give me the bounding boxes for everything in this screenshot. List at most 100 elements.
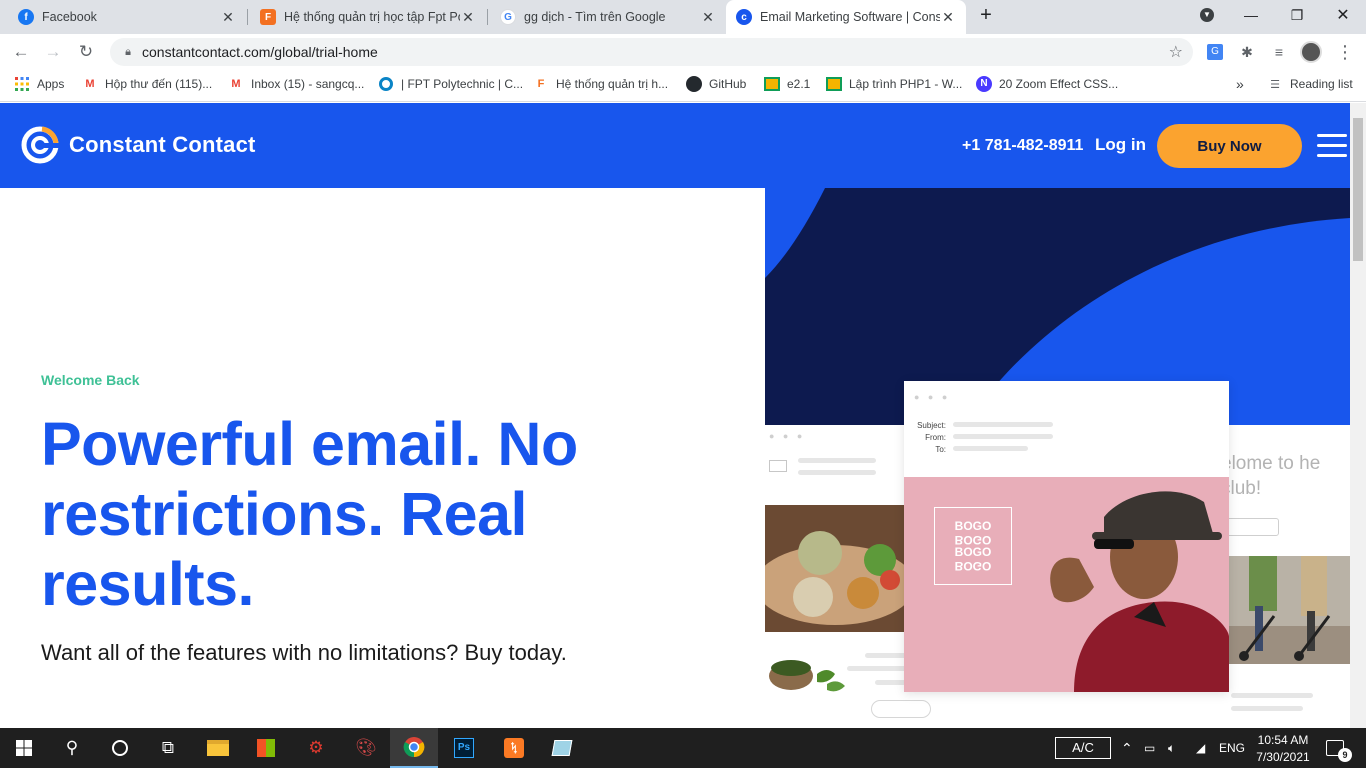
brand-name[interactable]: Constant Contact — [69, 132, 256, 158]
bookmark-label: Hệ thống quản trị h... — [556, 77, 669, 91]
tab-constant-contact[interactable]: c Email Marketing Software | Const ✕ — [726, 0, 966, 34]
mock-button — [871, 700, 931, 718]
chevron-up-icon[interactable]: ⌃ — [1121, 728, 1133, 768]
classroom-icon — [764, 76, 780, 92]
menu-icon[interactable]: ⋮ — [1332, 39, 1358, 65]
hamburger-menu-icon[interactable] — [1317, 134, 1347, 158]
paint-icon[interactable]: 🎨︎ — [342, 728, 390, 768]
close-window-button[interactable]: ✕ — [1320, 0, 1366, 30]
bookmark-apps[interactable]: Apps — [14, 70, 64, 98]
bookmark-label: GitHub — [709, 77, 747, 91]
forward-icon[interactable]: → — [40, 39, 66, 65]
constant-contact-logo-icon[interactable] — [20, 125, 60, 165]
bookmark-php1[interactable]: Lập trình PHP1 - W... — [826, 70, 962, 98]
tab-title: Facebook — [42, 10, 97, 24]
more-bookmarks-button[interactable]: » — [1236, 70, 1244, 98]
gmail-icon: M — [85, 78, 95, 90]
bookmark-label: Inbox (15) - sangcq... — [251, 77, 365, 91]
bookmark-fpt-lms[interactable]: F Hệ thống quản trị h... — [533, 70, 668, 98]
language-indicator[interactable]: ENG — [1219, 728, 1245, 768]
club-welcome-text: elome to he club! — [1221, 453, 1321, 499]
cortana-icon[interactable] — [96, 728, 144, 768]
browser-toolbar: ← → ↻ 🔒︎ constantcontact.com/global/tria… — [0, 34, 1366, 70]
google-icon: G — [500, 9, 516, 25]
window-dots: ● ● ● — [769, 431, 806, 441]
tab-strip: f Facebook ✕ F Hệ thống quản trị học tập… — [0, 0, 1366, 34]
tab-search-icon[interactable]: ▼ — [1184, 0, 1230, 30]
github-icon — [686, 76, 702, 92]
volume-icon[interactable]: 🔈︎ — [1168, 728, 1175, 768]
back-icon[interactable]: ← — [8, 39, 34, 65]
constant-contact-icon: c — [736, 9, 752, 25]
extensions-icon[interactable]: ✱ — [1234, 39, 1260, 65]
close-icon[interactable]: ✕ — [940, 9, 956, 26]
maximize-button[interactable]: ❐ — [1274, 0, 1320, 30]
clock-date: 7/30/2021 — [1256, 749, 1310, 764]
close-icon[interactable]: ✕ — [220, 9, 236, 26]
placeholder-line — [1231, 706, 1303, 711]
mock-input — [1223, 518, 1279, 536]
page-content: Constant Contact +1 781-482-8911 Log in … — [0, 103, 1350, 728]
photoshop-icon[interactable]: Ps — [440, 728, 488, 768]
from-label: From: — [925, 433, 946, 442]
fpt-icon: F — [537, 78, 545, 90]
email-preview-card: ● ● ● Subject: From: To: BOGO BOGO BOGO … — [904, 381, 1229, 692]
scrollbar-thumb[interactable] — [1353, 118, 1363, 261]
windows-start-icon[interactable] — [0, 728, 48, 768]
new-tab-button[interactable]: + — [964, 0, 1008, 30]
bookmark-star-icon[interactable]: ☆ — [1169, 42, 1183, 62]
gmail-icon: M — [231, 78, 241, 90]
bogo-badge: BOGO BOGO BOGO BOGO — [934, 507, 1012, 585]
promo-photo: BOGO BOGO BOGO BOGO — [904, 477, 1229, 692]
network-icon[interactable]: ◢ — [1196, 728, 1205, 768]
bookmark-label: e2.1 — [787, 77, 811, 91]
notification-count-badge: 9 — [1338, 748, 1352, 762]
file-explorer-icon[interactable] — [194, 728, 242, 768]
close-icon[interactable]: ✕ — [700, 9, 716, 26]
n-icon: N — [976, 76, 992, 92]
reload-icon[interactable]: ↻ — [73, 39, 99, 65]
notification-center-icon[interactable]: 9 — [1326, 728, 1352, 768]
tab-fpt[interactable]: F Hệ thống quản trị học tập Fpt Po ✕ — [250, 0, 486, 34]
phone-link[interactable]: +1 781-482-8911 — [962, 137, 1083, 155]
from-line — [953, 434, 1053, 439]
subject-label: Subject: — [917, 421, 946, 430]
bookmark-gmail-2[interactable]: M Inbox (15) - sangcq... — [228, 70, 364, 98]
tab-divider — [487, 9, 488, 25]
reading-list-button[interactable]: ☰ Reading list — [1267, 70, 1353, 98]
url-text[interactable]: constantcontact.com/global/trial-home — [142, 44, 378, 60]
reading-list-icon: ☰ — [1270, 78, 1280, 91]
xampp-icon[interactable]: ᛪ — [490, 728, 538, 768]
chrome-icon[interactable] — [390, 728, 438, 768]
login-link[interactable]: Log in — [1095, 135, 1146, 155]
tab-google[interactable]: G gg dịch - Tìm trên Google ✕ — [490, 0, 726, 34]
bookmark-gmail-1[interactable]: M Hộp thư đến (115)... — [82, 70, 212, 98]
media-control-icon[interactable]: ≡ — [1266, 39, 1292, 65]
battery-icon[interactable]: ▭ — [1144, 728, 1155, 768]
notes-app-icon[interactable] — [538, 728, 586, 768]
page-scrollbar[interactable] — [1350, 103, 1366, 728]
store-icon[interactable] — [242, 728, 290, 768]
minimize-button[interactable]: — — [1228, 0, 1274, 30]
bookmark-fpt-polytechnic[interactable]: | FPT Polytechnic | C... — [378, 70, 523, 98]
bookmark-label: Lập trình PHP1 - W... — [849, 77, 963, 91]
welcome-eyebrow: Welcome Back — [41, 372, 140, 388]
task-view-icon[interactable]: ⧉ — [144, 728, 192, 768]
ime-indicator[interactable]: A/C — [1055, 728, 1111, 768]
profile-avatar[interactable] — [1298, 39, 1324, 65]
address-bar[interactable]: 🔒︎ constantcontact.com/global/trial-home… — [110, 38, 1193, 66]
classroom-icon — [826, 76, 842, 92]
herbs-photo — [767, 644, 847, 699]
tab-facebook[interactable]: f Facebook ✕ — [8, 0, 246, 34]
search-icon[interactable]: ⚲ — [48, 728, 96, 768]
bookmark-github[interactable]: GitHub — [686, 70, 746, 98]
close-icon[interactable]: ✕ — [460, 9, 476, 26]
garena-icon[interactable]: ⚙ — [292, 728, 340, 768]
clock[interactable]: 10:54 AM 7/30/2021 — [1254, 728, 1312, 768]
buy-now-button[interactable]: Buy Now — [1157, 124, 1302, 168]
to-label: To: — [935, 445, 946, 454]
translate-icon[interactable]: G — [1202, 39, 1228, 65]
bookmark-e21[interactable]: e2.1 — [764, 70, 810, 98]
circle-icon — [378, 76, 394, 92]
bookmark-zoom-effect[interactable]: N 20 Zoom Effect CSS... — [976, 70, 1118, 98]
